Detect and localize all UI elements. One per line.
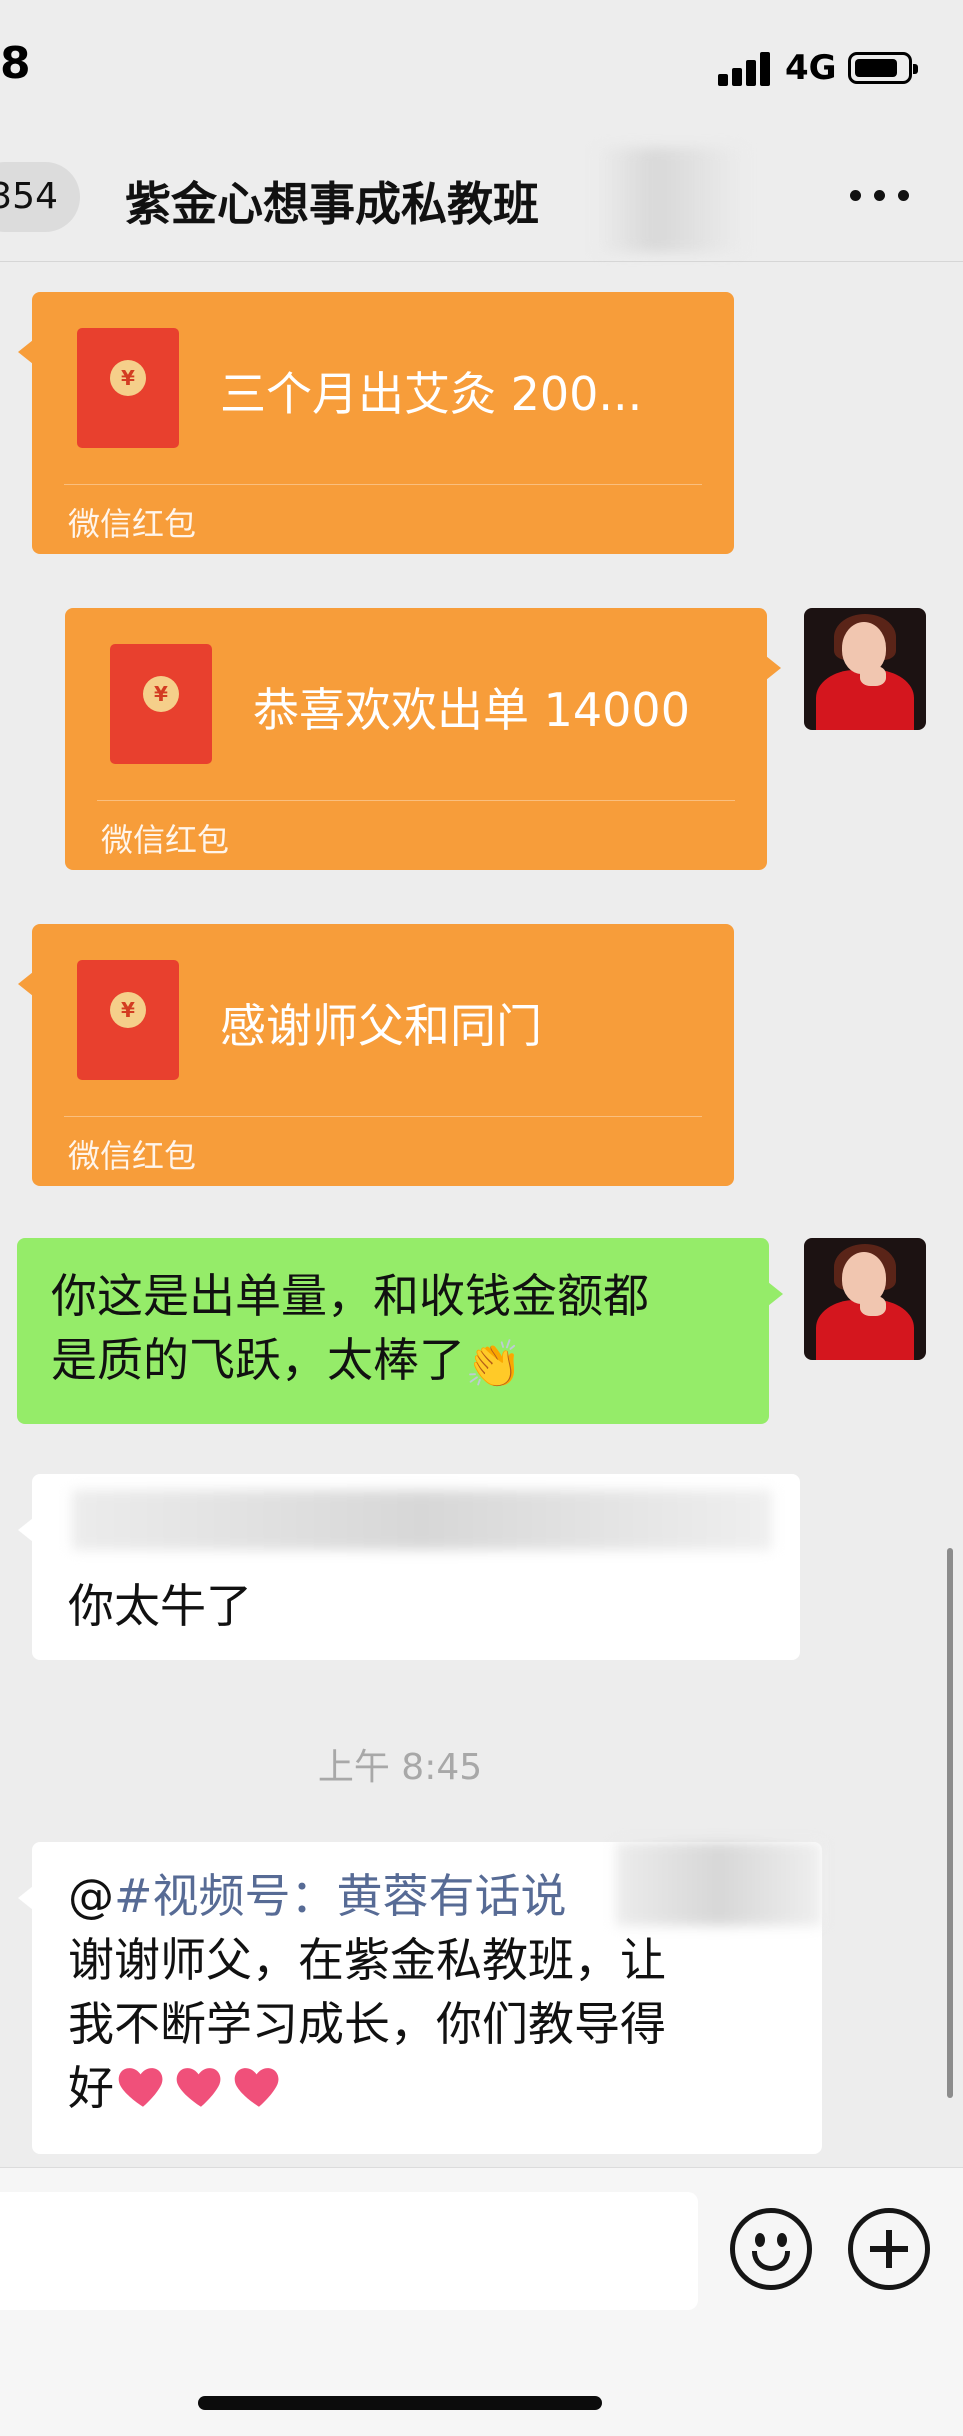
network-label: 4G	[785, 48, 837, 88]
blurred-title-suffix	[595, 148, 745, 252]
red-packet-icon: ¥	[110, 644, 212, 764]
sent-message-bubble[interactable]: 你这是出单量，和收钱金额都 是质的飞跃，太棒了👏	[17, 1238, 783, 1424]
message-text: 你太牛了	[68, 1579, 252, 1633]
clap-icon: 👏	[465, 1337, 523, 1391]
chat-title: 紫金心想事成私教班	[125, 177, 539, 231]
message-text-line: 你这是出单量，和收钱金额都	[51, 1269, 649, 1323]
avatar[interactable]	[804, 608, 926, 730]
heart-icon	[176, 2068, 221, 2107]
blurred-mention	[616, 1842, 822, 1926]
red-packet-title: 感谢师父和同门	[220, 999, 542, 1053]
plus-icon[interactable]	[848, 2208, 930, 2290]
message-text-line: 是质的飞跃，太棒了👏	[51, 1328, 735, 1396]
scrollbar[interactable]	[947, 1548, 953, 2098]
red-packet-title: 三个月出艾灸 200...	[220, 367, 643, 421]
message-text-line: 谢谢师父，在紫金私教班，让	[68, 1933, 666, 1987]
heart-icon	[118, 2068, 163, 2107]
divider	[97, 800, 735, 801]
more-icon[interactable]	[850, 186, 910, 206]
mention-link[interactable]: #视频号：黄蓉有话说	[114, 1869, 567, 1923]
received-message-bubble[interactable]: @#视频号：黄蓉有话说 谢谢师父，在紫金私教班，让 我不断学习成长，你们教导得 …	[18, 1842, 822, 2154]
red-packet-footer: 微信红包	[101, 821, 230, 859]
time-divider: 上午 8:45	[317, 1747, 483, 1788]
message-text-line: 我不断学习成长，你们教导得	[68, 1997, 666, 2051]
status-bar: 8 4G	[0, 0, 963, 130]
signal-icon	[718, 50, 772, 86]
blurred-mention	[72, 1490, 772, 1550]
red-packet-footer: 微信红包	[68, 1137, 197, 1175]
status-time: 8	[0, 38, 31, 89]
message-text-line: 好	[68, 2056, 786, 2120]
home-indicator[interactable]	[198, 2396, 602, 2410]
divider	[64, 1116, 702, 1117]
message-input[interactable]	[0, 2192, 698, 2310]
message-list[interactable]: ¥ 三个月出艾灸 200... 微信红包 ¥ 恭喜欢欢出单 14000 微信红包…	[0, 262, 963, 2167]
divider	[64, 484, 702, 485]
red-packet-icon: ¥	[77, 960, 179, 1080]
red-packet-footer: 微信红包	[68, 505, 197, 543]
received-message-bubble[interactable]: 你太牛了	[18, 1474, 800, 1660]
red-packet-message[interactable]: ¥ 感谢师父和同门 微信红包	[18, 924, 734, 1186]
heart-icon	[234, 2068, 279, 2107]
red-packet-title: 恭喜欢欢出单 14000	[253, 683, 690, 737]
red-packet-message[interactable]: ¥ 恭喜欢欢出单 14000 微信红包	[65, 608, 781, 870]
emoji-icon[interactable]	[730, 2208, 812, 2290]
back-button[interactable]: 354	[0, 162, 80, 232]
battery-icon	[848, 52, 918, 84]
red-packet-message[interactable]: ¥ 三个月出艾灸 200... 微信红包	[18, 292, 734, 554]
red-packet-icon: ¥	[77, 328, 179, 448]
avatar[interactable]	[804, 1238, 926, 1360]
chat-header: 354 紫金心想事成私教班	[0, 130, 963, 262]
